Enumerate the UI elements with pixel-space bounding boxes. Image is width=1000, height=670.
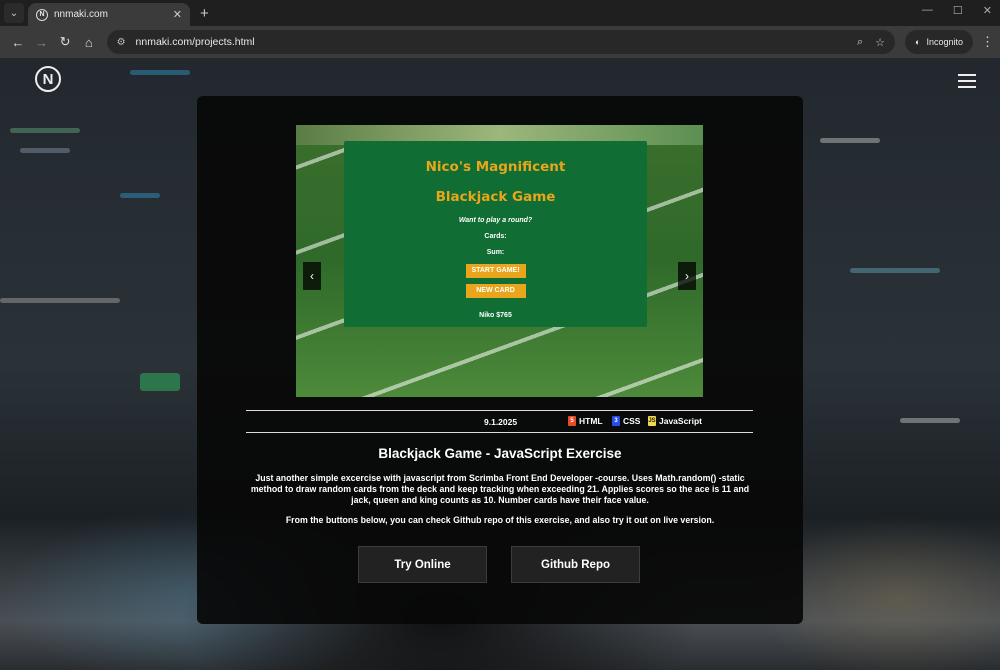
site-info-icon[interactable]: ⚙ (117, 37, 126, 48)
incognito-label: Incognito (926, 37, 963, 47)
chevron-left-icon: ‹ (310, 269, 314, 283)
html5-icon: 5 (568, 416, 576, 426)
bookmark-star-icon[interactable]: ☆ (875, 36, 885, 49)
close-tab-icon[interactable]: ✕ (173, 8, 182, 21)
tab-strip: ⌄ N nnmaki.com ✕ + — ☐ ✕ (0, 0, 1000, 26)
background-decoration (820, 138, 880, 143)
back-icon[interactable]: ← (6, 35, 30, 50)
tab-search-button[interactable]: ⌄ (4, 3, 24, 23)
game-message: Want to play a round? (458, 217, 533, 224)
background-decoration (850, 268, 940, 273)
player-chips: Niko $765 (479, 312, 512, 319)
forward-icon[interactable]: → (30, 35, 54, 50)
project-card: Nico's Magnificent Blackjack Game Want t… (197, 96, 803, 624)
cards-label: Cards: (484, 233, 507, 240)
tag-html: 5 HTML (568, 416, 603, 426)
background-decoration (120, 193, 160, 198)
project-note: From the buttons below, you can check Gi… (285, 515, 715, 525)
url-text[interactable]: nnmaki.com/projects.html (136, 36, 845, 48)
background-decoration (130, 70, 190, 75)
project-description: Just another simple excercise with javas… (250, 473, 750, 505)
background-decoration (10, 128, 80, 133)
background-decoration (900, 418, 960, 423)
carousel-next-button[interactable]: › (678, 262, 696, 290)
window-controls: — ☐ ✕ (922, 4, 1000, 17)
blackjack-screenshot: Nico's Magnificent Blackjack Game Want t… (344, 141, 647, 327)
site-logo[interactable]: N (35, 66, 61, 92)
tag-label: HTML (579, 416, 603, 426)
project-date: 9.1.2025 (484, 417, 518, 427)
javascript-icon: JS (648, 416, 656, 426)
project-title: Blackjack Game - JavaScript Exercise (378, 446, 622, 461)
background-decoration (20, 148, 70, 153)
tag-label: JavaScript (659, 416, 702, 426)
background-decoration (0, 298, 120, 303)
site-favicon-icon: N (36, 8, 48, 21)
new-card-button: NEW CARD (465, 284, 526, 298)
start-game-button: START GAME! (465, 264, 526, 278)
game-title-line2: Blackjack Game (435, 189, 556, 205)
project-image-carousel: Nico's Magnificent Blackjack Game Want t… (296, 125, 703, 397)
tag-label: CSS (623, 416, 641, 426)
game-title-line1: Nico's Magnificent (425, 159, 566, 175)
browser-tab[interactable]: N nnmaki.com ✕ (28, 3, 190, 26)
home-icon[interactable]: ⌂ (77, 35, 101, 50)
browser-menu-icon[interactable]: ⋮ (981, 34, 994, 50)
background-decoration (140, 373, 180, 391)
incognito-indicator[interactable]: ◐ Incognito (905, 30, 973, 54)
sum-label: Sum: (486, 249, 505, 256)
browser-toolbar: ← → ↻ ⌂ ⚙ nnmaki.com/projects.html ⌕ ☆ ◐… (0, 26, 1000, 58)
close-window-icon[interactable]: ✕ (983, 4, 992, 17)
maximize-icon[interactable]: ☐ (953, 4, 963, 17)
project-meta-bar: 9.1.2025 5 HTML 3 CSS JS JavaScript (246, 410, 753, 433)
zoom-icon[interactable]: ⌕ (857, 36, 863, 49)
hamburger-menu-icon[interactable] (958, 74, 976, 92)
try-online-button[interactable]: Try Online (358, 546, 487, 583)
tag-css: 3 CSS (612, 416, 640, 426)
address-bar[interactable]: ⚙ nnmaki.com/projects.html ⌕ ☆ (106, 30, 896, 54)
incognito-icon: ◐ (915, 37, 921, 47)
carousel-prev-button[interactable]: ‹ (303, 262, 321, 290)
reload-icon[interactable]: ↻ (53, 34, 77, 50)
github-repo-button[interactable]: Github Repo (511, 546, 640, 583)
page-viewport: N Nico's Magnificent Blackjack Game Want… (0, 58, 1000, 670)
css3-icon: 3 (612, 416, 620, 426)
chevron-right-icon: › (685, 269, 689, 283)
tab-title: nnmaki.com (54, 9, 108, 20)
tag-javascript: JS JavaScript (648, 416, 702, 426)
new-tab-button[interactable]: + (200, 5, 209, 22)
minimize-icon[interactable]: — (922, 4, 933, 17)
